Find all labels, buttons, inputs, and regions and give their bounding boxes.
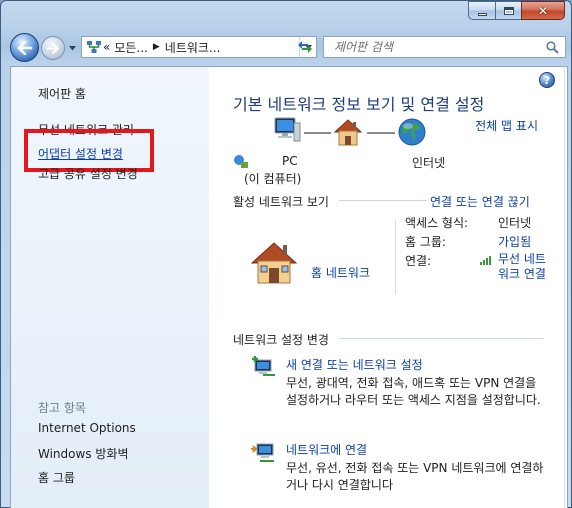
section-divider: [339, 200, 427, 201]
house-icon[interactable]: [332, 117, 364, 147]
main-pane: ? 기본 네트워크 정보 보기 및 연결 설정 전체 맵 표시 PC (이 컴퓨…: [209, 66, 564, 508]
search-box[interactable]: [323, 36, 566, 58]
internet-label: 인터넷: [412, 156, 446, 170]
access-type-label: 액세스 형식:: [405, 216, 469, 230]
breadcrumb-network[interactable]: 네트워크...: [165, 39, 221, 56]
homegroup-link[interactable]: 홈 그룹: [38, 469, 75, 486]
network-folder-icon: [85, 39, 103, 55]
scrollbar-track[interactable]: [564, 66, 568, 508]
recent-pages-dropdown[interactable]: [67, 43, 77, 53]
setup-new-connection-description: 무선, 광대역, 전화 접속, 애드혹 또는 VPN 연결을 설정하거나 라우터…: [286, 376, 541, 407]
change-adapter-settings-link[interactable]: 어댑터 설정 변경: [38, 145, 123, 162]
access-type-value: 인터넷: [498, 216, 532, 230]
connect-to-network-description: 무선, 유선, 전화 접속 또는 VPN 네트워크에 연결하거나 다시 연결합니…: [286, 461, 544, 492]
refresh-icon: [297, 41, 312, 53]
wireless-connection-link[interactable]: 무선 네트워크 연결: [498, 252, 548, 282]
search-input[interactable]: [334, 40, 534, 54]
chevron-down-icon: [68, 45, 76, 50]
maximize-button[interactable]: [495, 1, 521, 20]
help-icon[interactable]: ?: [539, 72, 555, 88]
caption-buttons: ✕: [468, 1, 565, 21]
address-bar[interactable]: « 모든... ▶ 네트워크...: [81, 36, 317, 58]
home-network-link[interactable]: 홈 네트워크: [311, 264, 370, 281]
pc-sublabel: (이 컴퓨터): [244, 172, 302, 186]
search-icon[interactable]: [546, 40, 559, 54]
homegroup-joined-link[interactable]: 가입됨: [498, 233, 531, 250]
arrow-left-icon: [17, 40, 32, 55]
vertical-divider: [395, 219, 396, 294]
navigation-pane: 제어판 홈 무선 네트워크 관리 어댑터 설정 변경 고급 공유 설정 변경 참…: [10, 66, 209, 508]
network-status-icon: [234, 155, 248, 168]
advanced-sharing-settings-link[interactable]: 고급 공유 설정 변경: [38, 165, 138, 182]
change-settings-header: 네트워크 설정 변경: [233, 333, 329, 347]
breadcrumb-all-items[interactable]: 모든...: [114, 39, 148, 56]
new-connection-icon: [252, 356, 275, 376]
pc-label: PC: [282, 154, 298, 168]
minimize-button[interactable]: [468, 1, 495, 20]
refresh-button[interactable]: [292, 36, 317, 58]
see-full-map-link[interactable]: 전체 맵 표시: [475, 117, 538, 134]
setup-new-connection-link[interactable]: 새 연결 또는 네트워크 설정: [286, 356, 423, 373]
connect-to-network-link[interactable]: 네트워크에 연결: [286, 441, 367, 458]
home-network-icon[interactable]: [249, 239, 299, 285]
breadcrumb-overflow[interactable]: «: [103, 40, 110, 54]
globe-icon[interactable]: [397, 117, 427, 147]
windows-firewall-link[interactable]: Windows 방화벽: [38, 445, 129, 462]
maximize-icon: [503, 6, 514, 15]
connect-disconnect-link[interactable]: 연결 또는 연결 끊기: [430, 193, 530, 210]
close-button[interactable]: ✕: [521, 1, 565, 20]
arrow-right-icon: [47, 42, 59, 54]
page-title: 기본 네트워크 정보 보기 및 연결 설정: [233, 95, 485, 114]
close-icon: ✕: [537, 3, 549, 18]
see-also-header: 참고 항목: [38, 401, 86, 415]
connection-line: [367, 132, 395, 134]
connection-line: [304, 132, 331, 134]
connections-label: 연결:: [405, 254, 432, 268]
internet-options-link[interactable]: Internet Options: [38, 421, 136, 435]
breadcrumb-separator-icon[interactable]: ▶: [153, 42, 160, 52]
forward-button[interactable]: [41, 36, 65, 60]
computer-icon[interactable]: [272, 115, 302, 145]
back-button[interactable]: [10, 33, 39, 62]
section-divider: [339, 338, 544, 339]
minimize-icon: [477, 12, 487, 16]
homegroup-label: 홈 그룹:: [405, 235, 446, 249]
connect-to-network-icon: [251, 443, 274, 462]
active-networks-header: 활성 네트워크 보기: [233, 195, 329, 209]
wireless-signal-icon: [480, 256, 491, 265]
control-panel-home-link[interactable]: 제어판 홈: [38, 85, 86, 102]
window-frame: ✕ « 모든... ▶ 네트워크... 제어판 검색 제어판 홈 무선 네트워크…: [0, 0, 572, 508]
